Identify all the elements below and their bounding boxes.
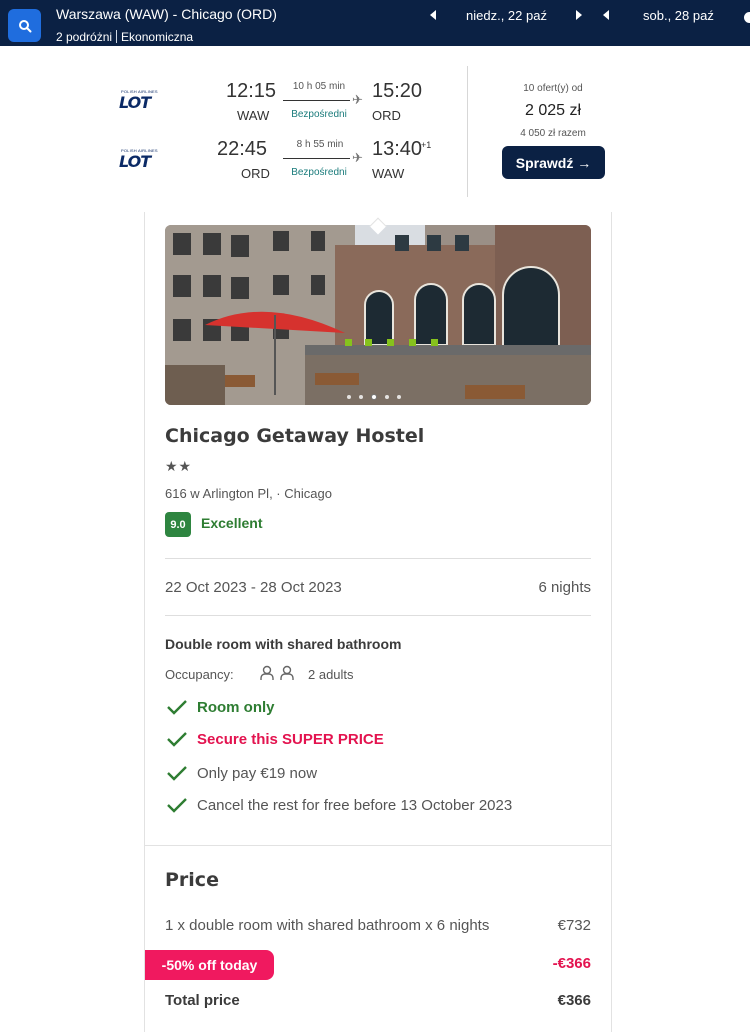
day-offset: +1 bbox=[421, 140, 432, 150]
search-icon bbox=[18, 19, 31, 32]
person-icon bbox=[260, 665, 274, 680]
offers-count: 10 ofert(y) od bbox=[523, 83, 583, 94]
return-duration: 8 h 55 min bbox=[296, 139, 344, 150]
feature-text: Only pay €19 now bbox=[197, 764, 318, 782]
plane-icon: ✈ bbox=[352, 92, 363, 107]
feature-text: Room only bbox=[197, 698, 275, 716]
trip-details[interactable]: 2 podróżni Ekonomiczna bbox=[56, 30, 193, 44]
checkmark-icon bbox=[167, 766, 187, 781]
outbound-arrive-time: 15:20 bbox=[372, 80, 423, 102]
search-button[interactable] bbox=[8, 9, 41, 42]
passengers-count: 2 podróżni bbox=[56, 30, 113, 44]
check-button[interactable]: Sprawdź → bbox=[502, 146, 605, 179]
airline-logo: POLISH AIRLINES LOT bbox=[119, 89, 158, 112]
discount-badge: -50% off today bbox=[145, 950, 274, 980]
price-line-item: 1 x double room with shared bathroom x 6… bbox=[165, 917, 490, 934]
divider bbox=[145, 845, 611, 846]
search-summary-bar: Warszawa (WAW) - Chicago (ORD) 2 podróżn… bbox=[0, 0, 750, 46]
outbound-date[interactable]: niedz., 22 paź bbox=[466, 8, 547, 23]
person-icon bbox=[280, 665, 294, 680]
outbound-depart-airport: WAW bbox=[237, 108, 270, 123]
flight-price: 2 025 zł bbox=[524, 102, 582, 119]
flight-offer-card[interactable]: POLISH AIRLINES LOT 12:15 WAW 10 h 05 mi… bbox=[0, 46, 750, 212]
price-line-amount: €732 bbox=[557, 917, 591, 934]
outbound-stops: Bezpośredni bbox=[291, 109, 347, 120]
discount-amount: -€366 bbox=[552, 955, 591, 972]
cabin-class: Ekonomiczna bbox=[121, 30, 194, 44]
total-price-label: Total price bbox=[165, 992, 240, 1009]
return-arrive-time: 13:40 bbox=[372, 138, 423, 160]
divider bbox=[165, 558, 591, 559]
carousel-dot[interactable] bbox=[359, 395, 363, 399]
carousel-dot[interactable] bbox=[397, 395, 401, 399]
flight-line bbox=[283, 100, 350, 101]
checkmark-icon bbox=[167, 732, 187, 747]
feature-text: Cancel the rest for free before 13 Octob… bbox=[197, 796, 513, 814]
stay-nights: 6 nights bbox=[538, 579, 591, 596]
flight-price-total: 4 050 zł razem bbox=[520, 128, 586, 139]
photo-carousel-dots[interactable] bbox=[347, 394, 401, 400]
return-stops: Bezpośredni bbox=[291, 167, 347, 178]
divider bbox=[467, 66, 468, 197]
outbound-depart-time: 12:15 bbox=[226, 80, 277, 102]
return-date[interactable]: sob., 28 paź bbox=[643, 8, 714, 23]
occupancy-label: Occupancy: bbox=[165, 667, 234, 682]
occupancy-value: 2 adults bbox=[308, 667, 354, 682]
next-outbound-date-icon[interactable] bbox=[576, 10, 582, 20]
room-type: Double room with shared bathroom bbox=[165, 636, 402, 652]
prev-outbound-date-icon[interactable] bbox=[430, 10, 436, 20]
price-section-title: Price bbox=[165, 869, 219, 891]
return-depart-time: 22:45 bbox=[217, 138, 268, 160]
return-arrive-airport: WAW bbox=[372, 166, 405, 181]
prev-return-date-icon[interactable] bbox=[603, 10, 609, 20]
checkmark-icon bbox=[167, 700, 187, 715]
divider bbox=[165, 615, 591, 616]
carousel-dot-active[interactable] bbox=[371, 394, 377, 400]
stay-dates: 22 Oct 2023 - 28 Oct 2023 bbox=[165, 579, 342, 596]
flight-line bbox=[283, 158, 350, 159]
plane-icon: ✈ bbox=[352, 150, 363, 165]
feature-item: Cancel the rest for free before 13 Octob… bbox=[165, 796, 512, 814]
hotel-offer-card: Chicago Getaway Hostel ★★ 616 w Arlingto… bbox=[144, 212, 612, 1032]
next-return-date-icon[interactable] bbox=[744, 12, 750, 23]
review-score-label: Excellent bbox=[201, 515, 263, 531]
feature-item: Secure this SUPER PRICE bbox=[165, 730, 384, 748]
total-price-amount: €366 bbox=[557, 992, 591, 1009]
outbound-duration: 10 h 05 min bbox=[292, 81, 346, 92]
carousel-dot[interactable] bbox=[385, 395, 389, 399]
star-rating: ★★ bbox=[165, 458, 193, 474]
carousel-dot[interactable] bbox=[347, 395, 351, 399]
hotel-photo[interactable] bbox=[165, 225, 591, 405]
return-depart-airport: ORD bbox=[241, 166, 270, 181]
airline-logo: POLISH AIRLINES LOT bbox=[119, 148, 158, 171]
hotel-photo-image bbox=[165, 225, 591, 405]
feature-item: Room only bbox=[165, 698, 275, 716]
hotel-name[interactable]: Chicago Getaway Hostel bbox=[165, 425, 424, 447]
feature-item: Only pay €19 now bbox=[165, 764, 317, 782]
occupancy-icons bbox=[259, 665, 295, 681]
outbound-arrive-airport: ORD bbox=[372, 108, 401, 123]
feature-text: Secure this SUPER PRICE bbox=[197, 730, 384, 748]
route-title[interactable]: Warszawa (WAW) - Chicago (ORD) bbox=[56, 6, 277, 22]
divider bbox=[116, 30, 118, 43]
review-score-badge: 9.0 bbox=[165, 512, 191, 537]
hotel-address: 616 w Arlington Pl, · Chicago bbox=[165, 486, 332, 501]
checkmark-icon bbox=[167, 798, 187, 813]
